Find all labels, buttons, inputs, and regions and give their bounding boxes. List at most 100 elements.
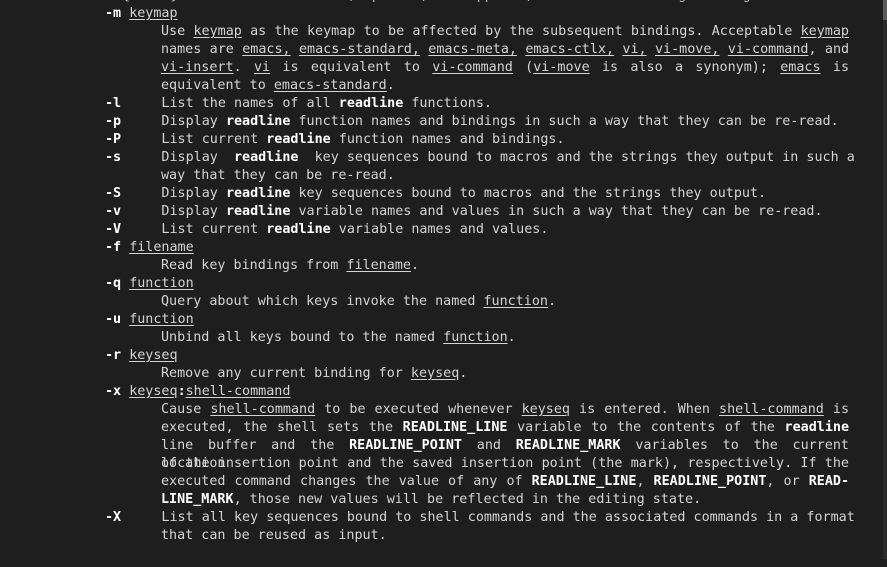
- text-segment: Display: [121, 186, 226, 201]
- underlined-argument: function: [129, 276, 194, 291]
- terminal-line: way that they can be re-read.: [161, 167, 395, 185]
- underlined-argument: vi-move: [533, 60, 590, 75]
- text-segment: [121, 348, 129, 363]
- text-segment: of the insertion point and the saved ins…: [161, 456, 849, 471]
- bold-text: readline: [225, 204, 291, 219]
- underlined-argument: emacs,: [242, 42, 291, 57]
- terminal-line: { ... } - To read into file , options, i…: [122, 0, 767, 5]
- scrollbar[interactable]: [883, 0, 887, 559]
- text-segment: Use: [161, 24, 194, 39]
- bold-text: READLINE_LINE: [531, 474, 637, 489]
- terminal-line: that can be reused as input.: [161, 527, 387, 545]
- terminal-line: -S Display readline key sequences bound …: [105, 185, 766, 203]
- terminal-line: -l List the names of all readline functi…: [105, 95, 492, 113]
- underlined-argument: vi,: [622, 42, 647, 57]
- terminal-line: Use keymap as the keymap to be affected …: [161, 23, 849, 41]
- text-segment: , and: [808, 42, 850, 57]
- text-segment: names are: [161, 42, 243, 57]
- text-segment: ,: [636, 474, 654, 489]
- text-segment: [121, 276, 129, 291]
- terminal-line: -P List current readline function names …: [105, 131, 565, 149]
- underlined-argument: keymap: [800, 24, 849, 39]
- bold-text: LINE_MARK: [161, 492, 234, 507]
- text-segment: function names and bindings in such a wa…: [290, 114, 839, 129]
- text-segment: executed, the shell sets the: [161, 420, 403, 435]
- underlined-argument: function: [483, 294, 548, 309]
- text-segment: .: [507, 330, 516, 345]
- text-segment: .: [386, 78, 395, 93]
- text-segment: [647, 42, 655, 57]
- text-segment: Display: [121, 114, 226, 129]
- text-segment: executed command changes the value of an…: [161, 474, 532, 489]
- text-segment: [719, 42, 727, 57]
- bold-text: readline: [225, 114, 291, 129]
- text-segment: key sequences bound to macros and the st…: [298, 150, 855, 165]
- underlined-argument: vi-command: [432, 60, 513, 75]
- text-segment: List the names of all: [121, 96, 339, 111]
- text-segment: { ... } - To read into file , options, i…: [122, 0, 767, 3]
- text-segment: .: [459, 366, 468, 381]
- text-segment: , or: [766, 474, 809, 489]
- text-segment: way that they can be re-read.: [161, 168, 395, 183]
- bold-text: -x: [105, 384, 122, 399]
- terminal-line: -f filename: [105, 239, 194, 257]
- text-segment: line buffer and the: [161, 438, 350, 453]
- text-segment: as the keymap to be affected by the subs…: [241, 24, 801, 39]
- terminal-line: -V List current readline variable names …: [105, 221, 548, 239]
- underlined-argument: function: [443, 330, 508, 345]
- bold-text: READLINE_MARK: [515, 438, 621, 453]
- terminal-line: -s Display readline key sequences bound …: [105, 149, 855, 167]
- text-segment: List current: [121, 132, 267, 147]
- underlined-argument: vi: [253, 60, 271, 75]
- underlined-argument: keymap: [129, 6, 178, 21]
- terminal-output[interactable]: { ... } - To read into file , options, i…: [0, 0, 887, 567]
- text-segment: [121, 6, 129, 21]
- terminal-line: Remove any current binding for keyseq.: [161, 365, 467, 383]
- bold-text: READLINE_POINT: [349, 438, 462, 453]
- scrollbar-thumb[interactable]: [883, 0, 887, 20]
- terminal-line: -X List all key sequences bound to shell…: [105, 509, 855, 527]
- text-segment: Unbind all keys bound to the named: [161, 330, 444, 345]
- underlined-argument: vi-command: [727, 42, 809, 57]
- bold-text: readline: [225, 186, 291, 201]
- terminal-line: Cause shell-command to be executed whene…: [161, 401, 849, 419]
- text-segment: equivalent to: [161, 78, 274, 93]
- text-segment: is also a synonym);: [589, 60, 781, 75]
- bold-text: -l: [105, 96, 122, 111]
- text-segment: functions.: [403, 96, 492, 111]
- text-segment: is: [823, 402, 850, 417]
- bold-text: readline: [338, 96, 404, 111]
- underlined-argument: keyseq: [521, 402, 570, 417]
- terminal-line: Read key bindings from filename.: [161, 257, 419, 275]
- text-segment: variable names and values.: [330, 222, 549, 237]
- text-segment: variable to the contents of the: [507, 420, 785, 435]
- terminal-line: line buffer and the READLINE_POINT and R…: [161, 437, 849, 471]
- underlined-argument: vi-insert: [161, 60, 234, 75]
- terminal-line: -u function: [105, 311, 194, 329]
- bold-text: READLINE_LINE: [402, 420, 508, 435]
- terminal-line: Unbind all keys bound to the named funct…: [161, 329, 516, 347]
- underlined-argument: emacs: [780, 60, 821, 75]
- bold-text: READ-: [808, 474, 850, 489]
- text-segment: , those new values will be reflected in …: [233, 492, 702, 507]
- text-segment: .: [233, 60, 254, 75]
- terminal-line: equivalent to emacs-standard.: [161, 77, 395, 95]
- bold-text: readline: [234, 150, 299, 165]
- terminal-line: -q function: [105, 275, 194, 293]
- terminal-line: -m keymap: [105, 5, 178, 23]
- terminal-line: names are emacs, emacs-standard, emacs-m…: [161, 41, 849, 59]
- underlined-argument: keyseq: [129, 384, 178, 399]
- bold-text: -r: [105, 348, 122, 363]
- terminal-line: LINE_MARK, those new values will be refl…: [161, 491, 701, 509]
- bold-text: -S: [105, 186, 122, 201]
- bold-text: -V: [105, 222, 122, 237]
- terminal-line: -p Display readline function names and b…: [105, 113, 839, 131]
- text-segment: [121, 240, 129, 255]
- text-segment: [121, 384, 129, 399]
- bold-text: :: [177, 384, 186, 399]
- underlined-argument: shell-command: [185, 384, 291, 399]
- text-segment: (: [512, 60, 534, 75]
- underlined-argument: filename: [129, 240, 194, 255]
- underlined-argument: shell-command: [719, 402, 824, 417]
- text-segment: Query about which keys invoke the named: [161, 294, 484, 309]
